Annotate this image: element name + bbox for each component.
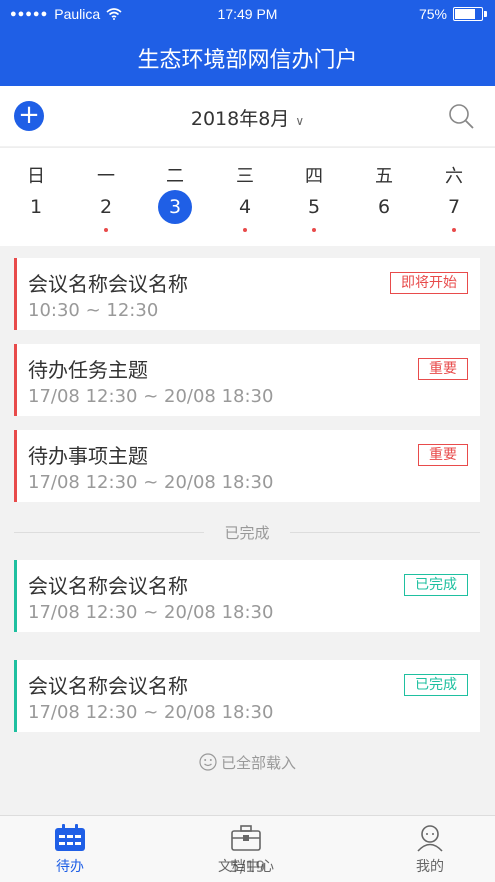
task-time: 10:30 ~ 12:30 [28, 300, 159, 321]
smile-icon [199, 753, 217, 771]
week-strip: 日 1 一 2 二 3 三 4 四 5 五 6 六 7 [0, 147, 495, 246]
task-title: 会议名称会议名称 [28, 574, 188, 598]
status-badge: 重要 [418, 358, 468, 380]
status-badge: 即将开始 [390, 272, 468, 294]
page-indicator: 5/19 [229, 857, 266, 876]
task-card[interactable]: 会议名称会议名称 17/08 12:30 ~ 20/08 18:30 已完成 [14, 560, 480, 632]
day-column[interactable]: 二 3 [155, 162, 195, 224]
calendar-toolbar: + 2018年8月 ∨ [0, 86, 495, 146]
event-dot [104, 228, 108, 232]
event-dot [312, 228, 316, 232]
all-loaded-note: 已全部载入 [0, 752, 495, 773]
task-title: 待办任务主题 [28, 358, 148, 382]
task-title: 会议名称会议名称 [28, 272, 188, 296]
event-dot [243, 228, 247, 232]
day-column[interactable]: 五 6 [364, 162, 404, 224]
task-card[interactable]: 待办事项主题 17/08 12:30 ~ 20/08 18:30 重要 [14, 430, 480, 502]
chevron-down-icon: ∨ [295, 114, 305, 128]
date-number: 1 [29, 196, 43, 218]
status-badge: 重要 [418, 444, 468, 466]
weekday-label: 二 [166, 166, 184, 187]
day-column[interactable]: 一 2 [86, 162, 126, 232]
day-column[interactable]: 六 7 [434, 162, 474, 232]
search-icon[interactable] [447, 102, 475, 130]
task-card[interactable]: 待办任务主题 17/08 12:30 ~ 20/08 18:30 重要 [14, 344, 480, 416]
weekday-label: 三 [236, 166, 254, 187]
day-column[interactable]: 三 4 [225, 162, 265, 232]
task-title: 会议名称会议名称 [28, 674, 188, 698]
status-badge: 已完成 [404, 674, 468, 696]
page-title: 生态环境部网信办门户 [137, 48, 358, 73]
status-bar: ●●●●● Paulica 17:49 PM 75% [0, 0, 495, 28]
calendar-icon [55, 824, 85, 851]
date-number-selected: 3 [158, 190, 192, 224]
loaded-label: 已全部载入 [220, 754, 296, 772]
date-number: 2 [99, 196, 113, 218]
status-badge: 已完成 [404, 574, 468, 596]
weekday-label: 四 [305, 166, 323, 187]
weekday-label: 日 [27, 166, 45, 187]
task-title: 待办事项主题 [28, 444, 148, 468]
weekday-label: 五 [375, 166, 393, 187]
day-column[interactable]: 日 1 [16, 162, 56, 224]
date-number: 4 [238, 196, 252, 218]
battery-icon [453, 7, 487, 21]
task-time: 17/08 12:30 ~ 20/08 18:30 [28, 386, 274, 407]
event-dot [452, 228, 456, 232]
completed-divider: 已完成 [14, 522, 480, 542]
task-time: 17/08 12:30 ~ 20/08 18:30 [28, 702, 274, 723]
task-card[interactable]: 会议名称会议名称 17/08 12:30 ~ 20/08 18:30 已完成 [14, 660, 480, 732]
month-selector[interactable]: 2018年8月 ∨ [0, 104, 495, 131]
task-time: 17/08 12:30 ~ 20/08 18:30 [28, 472, 274, 493]
month-label: 2018年8月 [190, 108, 290, 130]
date-number: 6 [377, 196, 391, 218]
weekday-label: 六 [445, 166, 463, 187]
user-icon [417, 825, 443, 852]
battery-percent: 75% [418, 6, 447, 22]
briefcase-icon [231, 825, 261, 851]
date-number: 5 [307, 196, 321, 218]
tab-bar: 待办 文档中心 我的 5/19 [0, 815, 495, 882]
task-card[interactable]: 会议名称会议名称 10:30 ~ 12:30 即将开始 [14, 258, 480, 330]
day-column[interactable]: 四 5 [294, 162, 334, 232]
weekday-label: 一 [97, 166, 115, 187]
task-time: 17/08 12:30 ~ 20/08 18:30 [28, 602, 274, 623]
date-number: 7 [447, 196, 461, 218]
app-header: ●●●●● Paulica 17:49 PM 75% 生态环境部网信办门户 [0, 0, 495, 86]
